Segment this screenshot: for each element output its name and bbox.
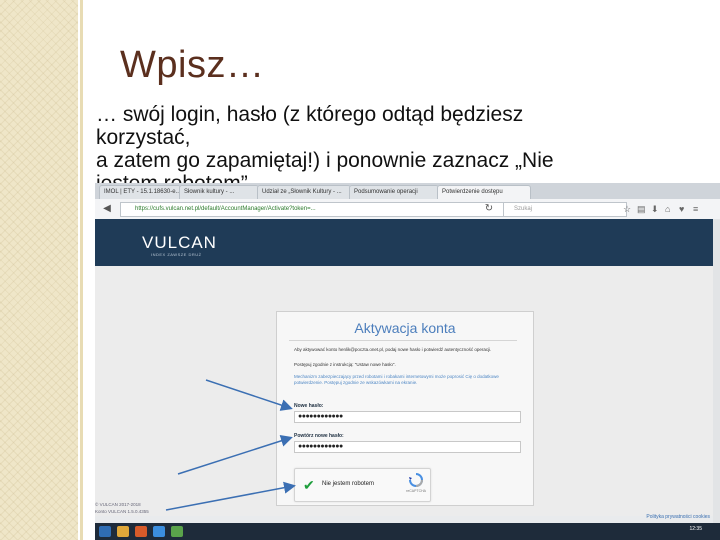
browser-tab[interactable]: IMOL | ETY - 15.1.18630-e... [99, 185, 181, 199]
browser-nav-bar: ◀ https://cufs.vulcan.net.pl/default/Acc… [95, 199, 720, 220]
site-footer-left: © VULCAN 2017-2018 Konto VULCAN 1.5.0.43… [95, 501, 215, 515]
browser-screenshot: IMOL | ETY - 15.1.18630-e... Słownik kul… [95, 183, 720, 540]
captcha-label: Nie jestem robotem [322, 481, 375, 487]
address-bar[interactable]: https://cufs.vulcan.net.pl/default/Accou… [120, 202, 506, 217]
browser-tab[interactable]: Słownik kultury - ... [179, 185, 259, 199]
start-icon[interactable] [99, 526, 111, 537]
captcha-brand: reCAPTCHA [406, 489, 426, 493]
recaptcha-widget[interactable]: ✔ Nie jestem robotem reCAPTCHA [294, 468, 431, 502]
privacy-link[interactable]: Polityka prywatności cookies [646, 514, 710, 520]
browser-tab[interactable]: Udział ze „Słownik Kultury - ... [257, 185, 351, 199]
app-icon[interactable] [153, 526, 165, 537]
repeat-password-label: Powtórz nowe hasło: [294, 433, 344, 439]
recaptcha-logo-icon [409, 473, 423, 487]
scrollbar[interactable] [713, 219, 720, 529]
firefox-icon[interactable] [135, 526, 147, 537]
slide-body-text: … swój login, hasło (z którego odtąd będ… [96, 103, 696, 195]
decorative-paper-strip [0, 0, 78, 540]
intro-text: Aby aktywować konto henlik@poczta.onet.p… [294, 347, 492, 352]
explorer-icon[interactable] [117, 526, 129, 537]
star-icon[interactable]: ☆ [623, 203, 631, 215]
new-password-field[interactable]: ●●●●●●●●●●●● [294, 411, 521, 423]
app-icon[interactable] [171, 526, 183, 537]
menu-icon[interactable]: ≡ [693, 203, 698, 215]
reload-icon[interactable]: ↻ [483, 203, 495, 215]
browser-tab-bar: IMOL | ETY - 15.1.18630-e... Słownik kul… [95, 183, 720, 199]
new-password-label: Nowe hasło: [294, 403, 324, 409]
clock: 12:35 [689, 526, 702, 532]
decorative-divider [80, 0, 83, 540]
body-line: korzystać, [96, 126, 191, 149]
divider [289, 340, 517, 341]
search-input[interactable]: Szukaj [503, 202, 627, 217]
hint-text: Postępuj zgodnie z instrukcją: "Ustaw no… [294, 362, 396, 367]
checkmark-icon[interactable]: ✔ [303, 477, 315, 494]
body-line: a zatem go zapamiętaj!) i ponownie zazna… [96, 149, 554, 172]
version-text: Konto VULCAN 1.5.0.4355 [95, 509, 149, 514]
pocket-icon[interactable]: ♥ [679, 203, 684, 215]
vulcan-logo: VULCAN [142, 233, 217, 252]
back-icon[interactable]: ◀ [101, 203, 113, 215]
browser-tab[interactable]: Podsumowanie operacji [349, 185, 439, 199]
download-icon[interactable]: ⬇ [651, 203, 659, 215]
browser-tab-active[interactable]: Potwierdzenie dostępu [437, 185, 531, 199]
card-title: Aktywacja konta [354, 320, 456, 336]
captcha-note: Mechanizm zabezpieczający przed robotami… [294, 374, 499, 385]
copyright-text: © VULCAN 2017-2018 [95, 502, 141, 507]
activation-card: Aktywacja konta Aby aktywować konto henl… [276, 311, 534, 506]
slide-title: Wpisz… [120, 44, 265, 86]
vulcan-logo-tagline: INDEX ZAWSZE DRUŻ [151, 252, 202, 257]
body-line: … swój login, hasło (z którego odtąd będ… [96, 103, 524, 126]
site-header: VULCAN INDEX ZAWSZE DRUŻ [95, 219, 720, 266]
repeat-password-field[interactable]: ●●●●●●●●●●●● [294, 441, 521, 453]
os-taskbar: 12:35 [95, 523, 720, 540]
home-icon[interactable]: ⌂ [665, 203, 670, 215]
reading-list-icon[interactable]: ▤ [637, 203, 646, 215]
